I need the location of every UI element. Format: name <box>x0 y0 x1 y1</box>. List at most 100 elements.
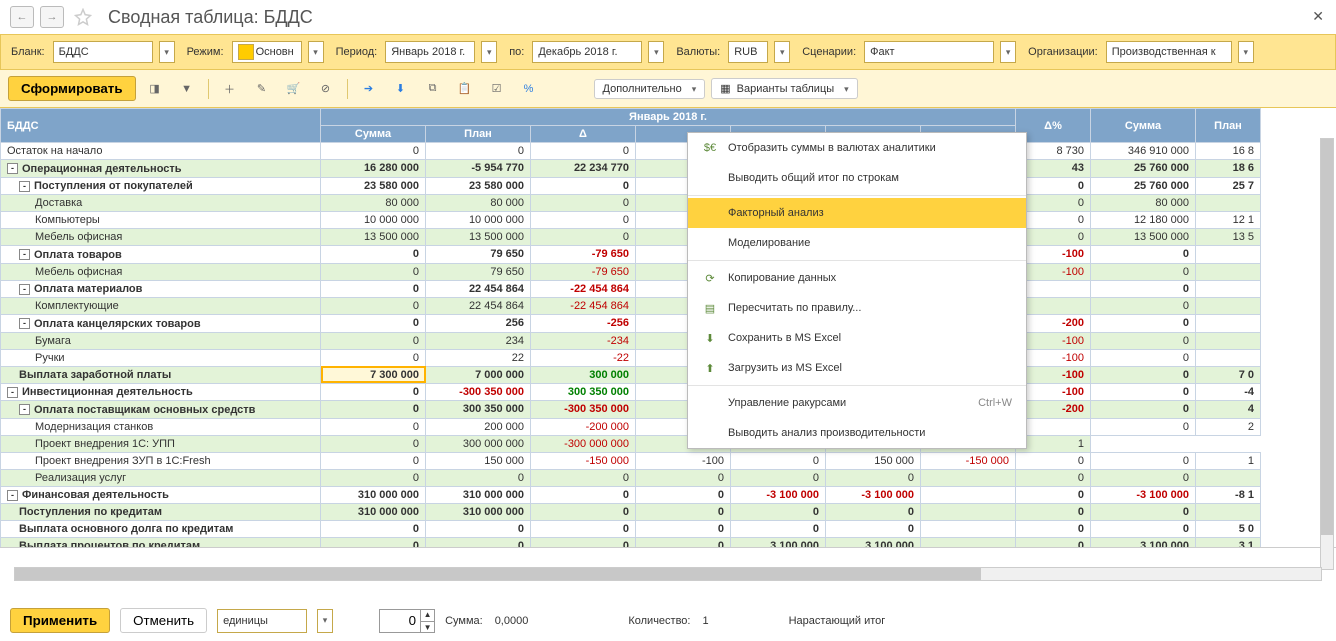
cell[interactable]: 0 <box>531 521 636 538</box>
menu-item[interactable]: Управление ракурсамиCtrl+W <box>688 388 1026 418</box>
cell[interactable]: 0 <box>321 246 426 264</box>
cell[interactable]: 0 <box>1091 452 1196 469</box>
cell[interactable]: 79 650 <box>426 246 531 264</box>
percent-icon[interactable]: % <box>516 77 542 101</box>
cell[interactable] <box>1196 263 1261 280</box>
table-row[interactable]: -Операционная деятельность16 280 000-5 9… <box>1 160 1261 178</box>
nav-forward-button[interactable]: → <box>40 6 64 28</box>
cell[interactable]: -100 <box>636 452 731 469</box>
cell[interactable]: 0 <box>321 263 426 280</box>
cell[interactable]: 310 000 000 <box>426 504 531 521</box>
cell[interactable]: 10 000 000 <box>321 212 426 229</box>
table-row[interactable]: Реализация услуг00000000 <box>1 469 1261 486</box>
cell[interactable]: 234 <box>426 332 531 349</box>
arrow-right-icon[interactable]: ➔ <box>356 77 382 101</box>
cell[interactable] <box>1196 349 1261 366</box>
table-row[interactable]: Выплата процентов по кредитам00003 100 0… <box>1 538 1261 549</box>
cell[interactable]: 16 8 <box>1196 143 1261 160</box>
cell[interactable]: 80 000 <box>426 195 531 212</box>
table-row[interactable]: -Оплата поставщикам основных средств0300… <box>1 401 1261 419</box>
cell[interactable]: 0 <box>531 486 636 504</box>
cell[interactable]: 0 <box>321 298 426 315</box>
cell[interactable] <box>921 469 1016 486</box>
units-dd[interactable] <box>317 609 333 633</box>
arrow-down-icon[interactable]: ⬇ <box>388 77 414 101</box>
table-row[interactable]: Мебель офисная079 650-79 650-1000 <box>1 263 1261 280</box>
menu-item[interactable]: ▤Пересчитать по правилу... <box>688 293 1026 323</box>
cell[interactable]: 0 <box>1016 538 1091 549</box>
cell[interactable] <box>1196 315 1261 333</box>
cell[interactable]: 0 <box>731 521 826 538</box>
cell[interactable]: 0 <box>1091 504 1196 521</box>
cart-icon[interactable]: 🛒 <box>281 77 307 101</box>
cell[interactable] <box>1196 504 1261 521</box>
cell[interactable]: 12 1 <box>1196 212 1261 229</box>
tree-toggle[interactable]: - <box>7 163 18 174</box>
menu-item[interactable]: ⬆Загрузить из MS Excel <box>688 353 1026 383</box>
cell[interactable]: 0 <box>1091 383 1196 401</box>
more-dropdown[interactable]: Дополнительно <box>594 79 706 99</box>
cell[interactable]: 80 000 <box>1091 195 1196 212</box>
filter-icon[interactable]: ▼ <box>174 77 200 101</box>
cell[interactable]: 0 <box>321 538 426 549</box>
cell[interactable] <box>1196 246 1261 264</box>
cell[interactable]: 0 <box>1016 469 1091 486</box>
cell[interactable]: 0 <box>1091 418 1196 435</box>
cell[interactable]: 22 <box>426 349 531 366</box>
orgs-field[interactable]: Производственная к <box>1106 41 1232 63</box>
cell[interactable]: -22 <box>531 349 636 366</box>
table-row[interactable]: Выплата заработной платы7 300 0007 000 0… <box>1 366 1261 383</box>
menu-item[interactable]: ⟳Копирование данных <box>688 263 1026 293</box>
paste-icon[interactable]: 📋 <box>452 77 478 101</box>
cell[interactable]: 80 000 <box>321 195 426 212</box>
menu-item[interactable]: Моделирование <box>688 228 1026 258</box>
table-row[interactable]: -Оплата материалов022 454 864-22 454 864… <box>1 280 1261 298</box>
table-row[interactable]: -Оплата товаров079 650-79 650-1000 <box>1 246 1261 264</box>
cell[interactable]: 10 000 000 <box>426 212 531 229</box>
cell[interactable]: 22 454 864 <box>426 298 531 315</box>
cell[interactable]: 0 <box>731 504 826 521</box>
cell[interactable]: 0 <box>531 143 636 160</box>
cell[interactable]: 300 350 000 <box>531 383 636 401</box>
precision-stepper[interactable]: ▲▼ <box>379 609 435 633</box>
cell[interactable]: 13 5 <box>1196 229 1261 246</box>
cell[interactable]: 0 <box>1091 315 1196 333</box>
cell[interactable]: 0 <box>321 418 426 435</box>
cell[interactable]: 0 <box>531 469 636 486</box>
cell[interactable]: -150 000 <box>921 452 1016 469</box>
cell[interactable]: 0 <box>636 504 731 521</box>
menu-item[interactable]: ⬇Сохранить в MS Excel <box>688 323 1026 353</box>
menu-item[interactable]: $€Отобразить суммы в валютах аналитики <box>688 133 1026 163</box>
table-row[interactable]: -Финансовая деятельность310 000 000310 0… <box>1 486 1261 504</box>
cell[interactable]: 25 7 <box>1196 177 1261 195</box>
horizontal-scrollbar[interactable] <box>14 567 1322 581</box>
tree-toggle[interactable]: - <box>19 404 30 415</box>
cell[interactable]: 0 <box>826 521 921 538</box>
cell[interactable]: 3 100 000 <box>1091 538 1196 549</box>
cell[interactable] <box>921 504 1016 521</box>
favorite-star-icon[interactable] <box>74 8 92 26</box>
table-row[interactable]: Выплата основного долга по кредитам00000… <box>1 521 1261 538</box>
cell[interactable]: 25 760 000 <box>1091 177 1196 195</box>
precision-input[interactable] <box>380 611 420 630</box>
cell[interactable] <box>921 521 1016 538</box>
cell[interactable]: 0 <box>1091 332 1196 349</box>
menu-item[interactable]: Выводить общий итог по строкам <box>688 163 1026 193</box>
table-row[interactable]: Бумага0234-234-1000 <box>1 332 1261 349</box>
cell[interactable]: 13 500 000 <box>426 229 531 246</box>
cell[interactable]: 18 6 <box>1196 160 1261 178</box>
cell[interactable]: 0 <box>321 401 426 419</box>
cell[interactable]: 0 <box>531 504 636 521</box>
cell[interactable]: -200 000 <box>531 418 636 435</box>
cell[interactable]: 7 0 <box>1196 366 1261 383</box>
cell[interactable]: 0 <box>826 504 921 521</box>
cell[interactable]: -3 100 000 <box>731 486 826 504</box>
period-to-field[interactable]: Декабрь 2018 г. <box>532 41 642 63</box>
copy-icon[interactable]: ⧉ <box>420 77 446 101</box>
cell[interactable]: 0 <box>321 521 426 538</box>
stepper-up[interactable]: ▲ <box>420 609 434 621</box>
cell[interactable]: -300 350 000 <box>531 401 636 419</box>
cell[interactable]: 0 <box>426 521 531 538</box>
cell[interactable]: -22 454 864 <box>531 280 636 298</box>
blank-field[interactable]: БДДС <box>53 41 153 63</box>
